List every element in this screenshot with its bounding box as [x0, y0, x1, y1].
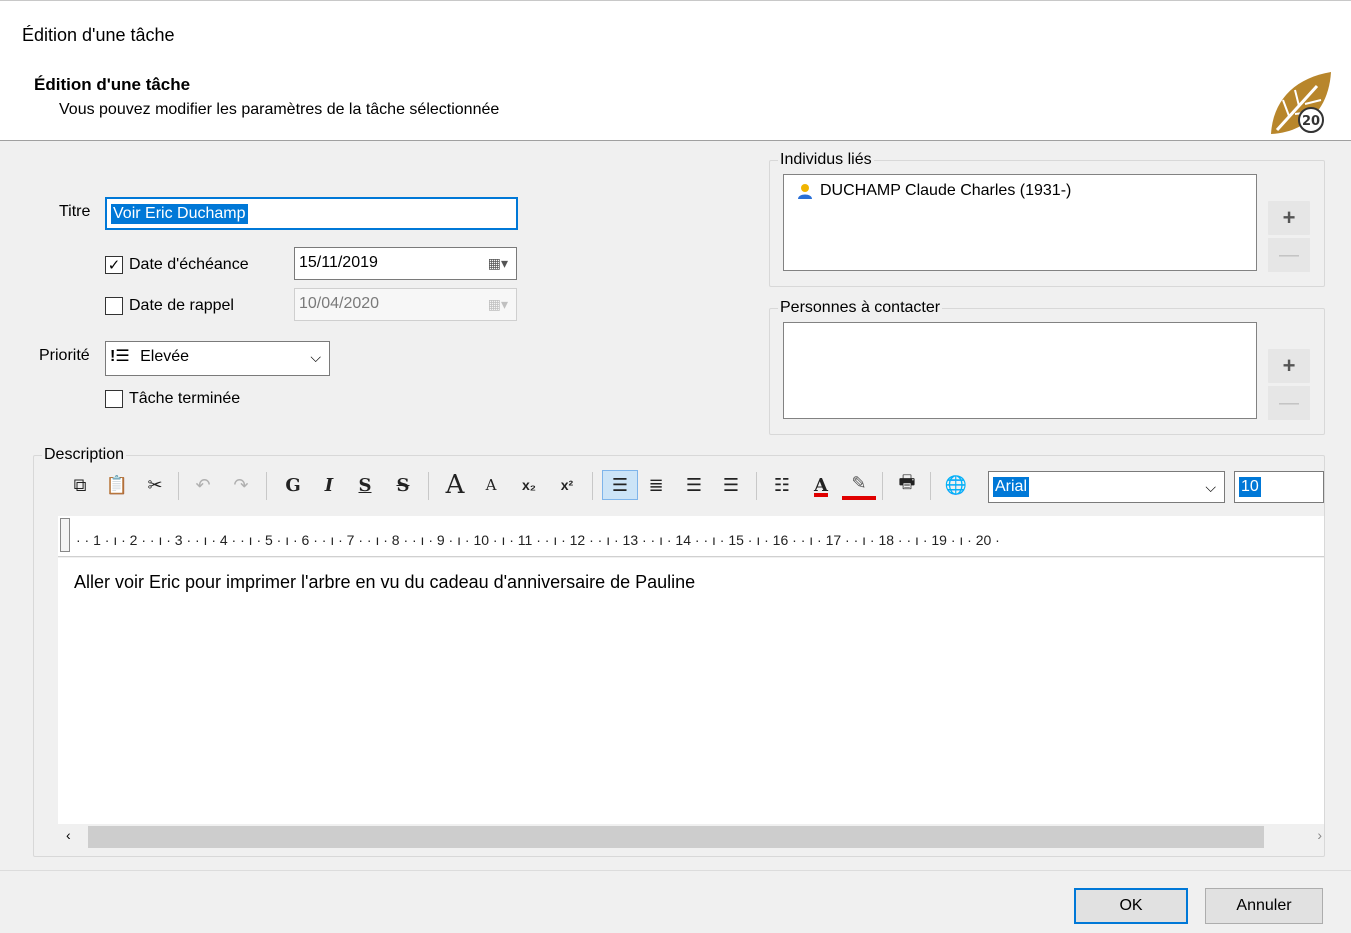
- ok-button[interactable]: OK: [1074, 888, 1188, 924]
- window-titlebar: Édition d'une tâche: [0, 0, 1351, 69]
- window-title: Édition d'une tâche: [22, 25, 175, 45]
- print-icon[interactable]: 🖶: [890, 470, 924, 500]
- description-title: Description: [42, 446, 127, 464]
- linked-individual-name: DUCHAMP Claude Charles (1931-): [820, 182, 1072, 199]
- contacts-title: Personnes à contacter: [778, 299, 943, 317]
- grow-font-icon[interactable]: A: [438, 470, 472, 500]
- cut-icon[interactable]: ✂: [140, 470, 170, 500]
- font-size-value: 10: [1239, 477, 1261, 497]
- remove-individual-button[interactable]: —: [1268, 238, 1310, 272]
- bullet-list-icon[interactable]: ☷: [766, 470, 798, 500]
- minus-icon: —: [1279, 243, 1299, 266]
- reminder-check-icon: [105, 297, 123, 315]
- justify-icon[interactable]: ☰: [716, 470, 746, 500]
- app-logo-icon: 20: [1265, 70, 1335, 138]
- font-size-select[interactable]: 10: [1234, 471, 1324, 503]
- priority-select[interactable]: !☰ Elevée ⌵: [105, 341, 330, 376]
- priority-high-icon: !☰: [110, 348, 130, 365]
- font-family-value: Arial: [993, 477, 1030, 497]
- list-item[interactable]: DUCHAMP Claude Charles (1931-): [784, 175, 1256, 200]
- align-left-icon[interactable]: ☰: [602, 470, 638, 500]
- reminder-label: Date de rappel: [129, 297, 234, 314]
- due-date-checkbox[interactable]: ✓ Date d'échéance: [105, 256, 249, 274]
- task-done-label: Tâche terminée: [129, 390, 241, 407]
- add-contact-button[interactable]: +: [1268, 349, 1310, 383]
- scroll-left-icon[interactable]: ‹: [66, 827, 71, 843]
- chevron-down-icon: ⌵: [310, 349, 321, 365]
- logo-text: 20: [1302, 114, 1320, 129]
- paste-icon[interactable]: 📋: [100, 470, 134, 500]
- ruler[interactable]: · · 1 · ı · 2 · · ı · 3 · · ı · 4 · · ı …: [58, 516, 1324, 557]
- due-date-value: 15/11/2019: [299, 254, 378, 271]
- redo-icon[interactable]: ↷: [226, 470, 256, 500]
- due-date-check-icon: ✓: [105, 256, 123, 274]
- task-done-checkbox[interactable]: Tâche terminée: [105, 390, 240, 408]
- person-icon: [796, 182, 814, 200]
- font-color-icon[interactable]: A: [804, 470, 838, 500]
- header-subtitle: Vous pouvez modifier les paramètres de l…: [59, 101, 500, 118]
- highlight-icon[interactable]: ✎: [842, 470, 876, 500]
- reminder-date-field: 10/04/2020 ▦▾: [294, 288, 517, 321]
- calendar-dropdown-icon[interactable]: ▦▾: [488, 248, 508, 278]
- plus-icon: +: [1282, 205, 1296, 230]
- priority-value: Elevée: [140, 348, 190, 365]
- align-right-icon[interactable]: ☰: [680, 470, 708, 500]
- superscript-icon[interactable]: x²: [552, 470, 582, 500]
- title-input-value: Voir Eric Duchamp: [111, 204, 248, 224]
- linked-individuals-title: Individus liés: [778, 151, 874, 169]
- strikethrough-icon[interactable]: S: [390, 470, 416, 500]
- title-label: Titre: [59, 203, 91, 220]
- description-text: Aller voir Eric pour imprimer l'arbre en…: [74, 572, 696, 592]
- horizontal-scrollbar[interactable]: ‹ ›: [58, 824, 1324, 850]
- bold-icon[interactable]: G: [280, 470, 306, 500]
- header-title: Édition d'une tâche: [34, 75, 191, 94]
- ruler-scale: · · 1 · ı · 2 · · ı · 3 · · ı · 4 · · ı …: [76, 532, 1000, 548]
- copy-icon[interactable]: ⧉: [66, 470, 94, 500]
- linked-individuals-list[interactable]: DUCHAMP Claude Charles (1931-): [783, 174, 1257, 271]
- cancel-button[interactable]: Annuler: [1205, 888, 1323, 924]
- calendar-dropdown-icon: ▦▾: [487, 296, 508, 312]
- plus-icon: +: [1282, 353, 1296, 378]
- dialog-header: Édition d'une tâche Vous pouvez modifier…: [0, 68, 1351, 141]
- shrink-font-icon[interactable]: A: [478, 470, 504, 500]
- reminder-checkbox[interactable]: Date de rappel: [105, 297, 234, 315]
- add-individual-button[interactable]: +: [1268, 201, 1310, 235]
- task-done-check-icon: [105, 390, 123, 408]
- scrollbar-thumb[interactable]: [88, 826, 1264, 848]
- contacts-list[interactable]: [783, 322, 1257, 419]
- indent-marker-icon[interactable]: [60, 518, 70, 552]
- undo-icon[interactable]: ↶: [188, 470, 218, 500]
- subscript-icon[interactable]: x₂: [514, 470, 544, 500]
- footer-divider: [0, 870, 1351, 871]
- minus-icon: —: [1279, 391, 1299, 414]
- reminder-date-value: 10/04/2020: [299, 295, 380, 312]
- chevron-down-icon: ⌵: [1205, 479, 1216, 495]
- due-date-label: Date d'échéance: [129, 256, 249, 273]
- description-editor[interactable]: Aller voir Eric pour imprimer l'arbre en…: [58, 558, 1324, 828]
- remove-contact-button[interactable]: —: [1268, 386, 1310, 420]
- align-center-icon[interactable]: ≣: [642, 470, 670, 500]
- underline-icon[interactable]: S: [352, 470, 378, 500]
- priority-label: Priorité: [39, 347, 90, 364]
- due-date-field[interactable]: 15/11/2019 ▦▾: [294, 247, 517, 280]
- title-input[interactable]: Voir Eric Duchamp: [105, 197, 518, 230]
- scroll-right-icon[interactable]: ›: [1317, 827, 1322, 843]
- font-family-select[interactable]: Arial ⌵: [988, 471, 1225, 503]
- italic-icon[interactable]: I: [316, 470, 342, 500]
- web-link-icon[interactable]: 🌐: [938, 470, 974, 500]
